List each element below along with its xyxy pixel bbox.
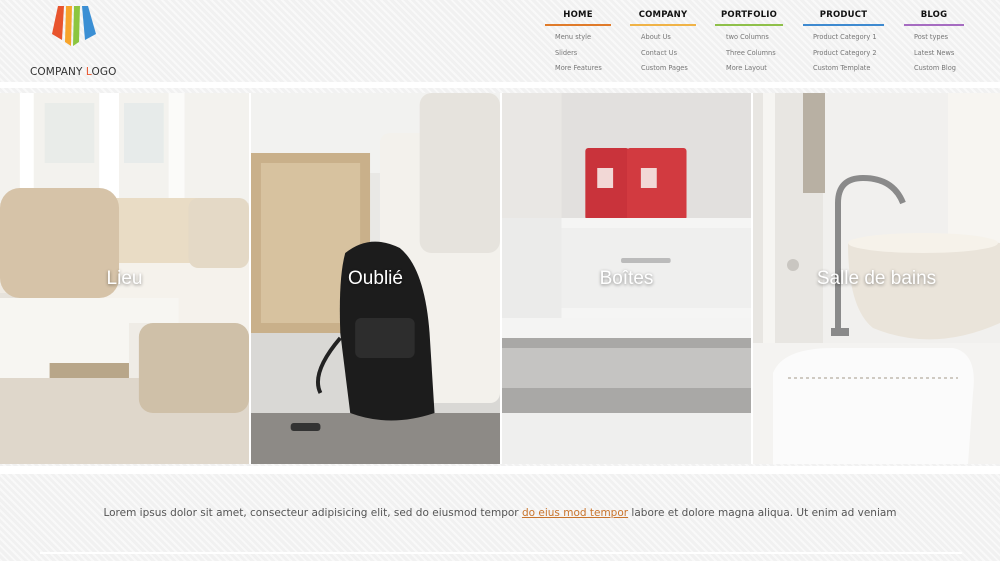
- nav-company-item[interactable]: Contact Us: [641, 46, 696, 62]
- gallery-panel-salle-de-bains[interactable]: Salle de bains: [753, 93, 1000, 464]
- nav-portfolio-item[interactable]: Three Columns: [726, 46, 783, 62]
- nav-blog: BLOG Post types Latest News Custom Blog: [904, 10, 964, 77]
- panel-label: Oublié: [348, 268, 403, 289]
- nav-home-title[interactable]: HOME: [545, 10, 611, 26]
- intro-text-after: labore et dolore magna aliqua. Ut enim a…: [628, 507, 897, 519]
- nav-portfolio-item[interactable]: More Layout: [726, 61, 783, 77]
- nav-product-title[interactable]: PRODUCT: [803, 10, 884, 26]
- nav-home-item[interactable]: More Features: [555, 61, 611, 77]
- gallery-panel-boites[interactable]: Boîtes: [502, 93, 753, 464]
- nav-portfolio-item[interactable]: two Columns: [726, 30, 783, 46]
- gallery-panel-lieu[interactable]: Lieu: [0, 93, 251, 464]
- intro-text-before: Lorem ipsus dolor sit amet, consecteur a…: [103, 507, 522, 519]
- site-header: COMPANY LOGO HOME Menu style Sliders Mor…: [0, 0, 1000, 82]
- nav-blog-item[interactable]: Latest News: [914, 46, 964, 62]
- nav-company-item[interactable]: Custom Pages: [641, 61, 696, 77]
- main-nav: HOME Menu style Sliders More Features CO…: [0, 10, 1000, 80]
- nav-product-item[interactable]: Custom Template: [813, 61, 884, 77]
- nav-home: HOME Menu style Sliders More Features: [545, 10, 611, 77]
- panel-label: Salle de bains: [816, 268, 937, 289]
- panel-label: Boîtes: [599, 268, 654, 289]
- nav-company: COMPANY About Us Contact Us Custom Pages: [630, 10, 696, 77]
- panel-label: Lieu: [106, 268, 143, 289]
- intro-link[interactable]: do eius mod tempor: [522, 507, 628, 519]
- nav-product-item[interactable]: Product Category 2: [813, 46, 884, 62]
- nav-product: PRODUCT Product Category 1 Product Categ…: [803, 10, 884, 77]
- gallery-panel-oublie[interactable]: Oublié: [251, 93, 502, 464]
- nav-blog-title[interactable]: BLOG: [904, 10, 964, 26]
- intro-text: Lorem ipsus dolor sit amet, consecteur a…: [0, 507, 1000, 519]
- section-divider: [0, 466, 1000, 474]
- nav-home-item[interactable]: Menu style: [555, 30, 611, 46]
- nav-blog-item[interactable]: Post types: [914, 30, 964, 46]
- nav-home-item[interactable]: Sliders: [555, 46, 611, 62]
- nav-portfolio-title[interactable]: PORTFOLIO: [715, 10, 783, 26]
- nav-company-title[interactable]: COMPANY: [630, 10, 696, 26]
- nav-blog-item[interactable]: Custom Blog: [914, 61, 964, 77]
- footer-divider: [40, 552, 962, 554]
- nav-company-item[interactable]: About Us: [641, 30, 696, 46]
- nav-portfolio: PORTFOLIO two Columns Three Columns More…: [715, 10, 783, 77]
- nav-product-item[interactable]: Product Category 1: [813, 30, 884, 46]
- image-gallery: Lieu Oublié Boîtes Salle de bains: [0, 93, 1000, 464]
- header-divider: [0, 82, 1000, 88]
